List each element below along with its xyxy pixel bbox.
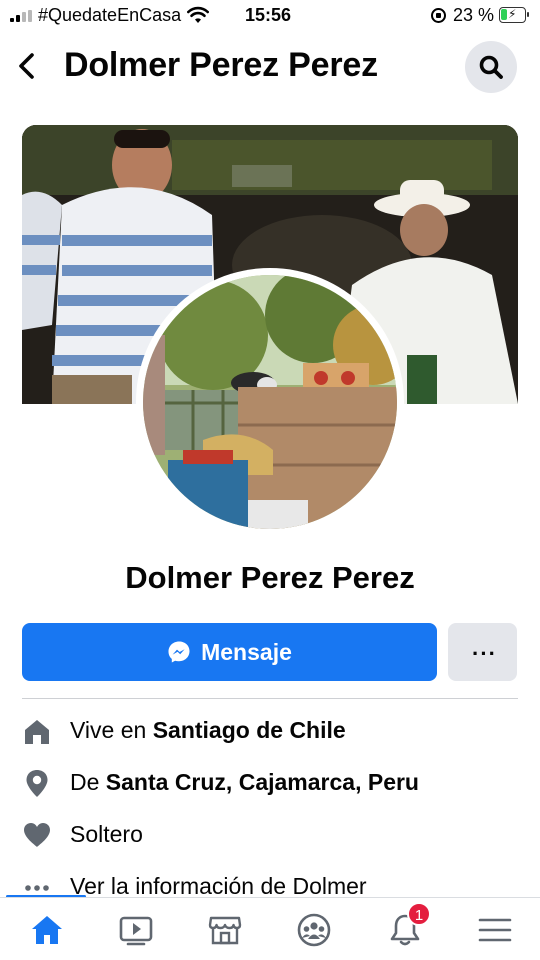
lives-in-prefix: Vive en — [70, 717, 153, 743]
marketplace-icon — [208, 916, 242, 945]
chevron-left-icon — [19, 53, 34, 79]
location-pin-icon — [26, 770, 48, 797]
nav-menu[interactable] — [473, 908, 517, 952]
relationship-status: Soltero — [70, 821, 143, 847]
search-icon — [479, 55, 503, 79]
more-options-button[interactable]: ··· — [448, 623, 517, 681]
carrier-label: #QuedateEnCasa — [38, 5, 182, 25]
more-options-icon: ··· — [472, 641, 497, 666]
nav-groups[interactable] — [292, 908, 336, 952]
message-button-label: Mensaje — [201, 638, 292, 665]
see-info-link[interactable]: Ver la información de Dolmer — [70, 873, 367, 900]
search-button[interactable] — [465, 41, 517, 93]
rotation-lock-icon — [431, 8, 446, 23]
bottom-navigation: 1 — [0, 898, 540, 960]
lives-in-city[interactable]: Santiago de Chile — [153, 717, 346, 743]
info-lives-in: Vive en Santiago de Chile — [22, 710, 522, 750]
nav-marketplace[interactable] — [203, 908, 247, 952]
profile-name: Dolmer Perez Perez — [125, 560, 415, 595]
battery-percentage: 23 % — [453, 5, 495, 25]
info-from: De Santa Cruz, Cajamarca, Peru — [22, 762, 522, 802]
profile-picture[interactable] — [136, 268, 404, 536]
groups-icon — [297, 913, 331, 947]
hamburger-menu-icon — [478, 918, 512, 942]
nav-home[interactable] — [25, 908, 69, 952]
home-icon — [25, 720, 49, 744]
from-place[interactable]: Santa Cruz, Cajamarca, Peru — [106, 769, 419, 795]
message-button[interactable]: Mensaje — [22, 623, 437, 681]
nav-watch[interactable] — [114, 908, 158, 952]
back-button[interactable] — [10, 44, 46, 88]
notification-badge: 1 — [407, 902, 431, 926]
divider — [22, 698, 518, 699]
header: Dolmer Perez Perez — [0, 34, 540, 98]
status-bar: #QuedateEnCasa 15:56 23 % ⚡ — [0, 0, 540, 30]
nav-notifications[interactable]: 1 — [383, 902, 431, 952]
watch-icon — [119, 916, 153, 946]
messenger-icon — [168, 641, 190, 663]
signal-icon — [10, 10, 34, 22]
home-icon — [32, 916, 62, 944]
battery-icon: ⚡ — [499, 7, 529, 23]
clock: 15:56 — [245, 5, 292, 25]
from-prefix: De — [70, 769, 106, 795]
info-relationship: Soltero — [22, 814, 522, 854]
heart-icon — [24, 823, 50, 847]
page-title: Dolmer Perez Perez — [64, 46, 378, 84]
wifi-icon — [187, 6, 209, 23]
